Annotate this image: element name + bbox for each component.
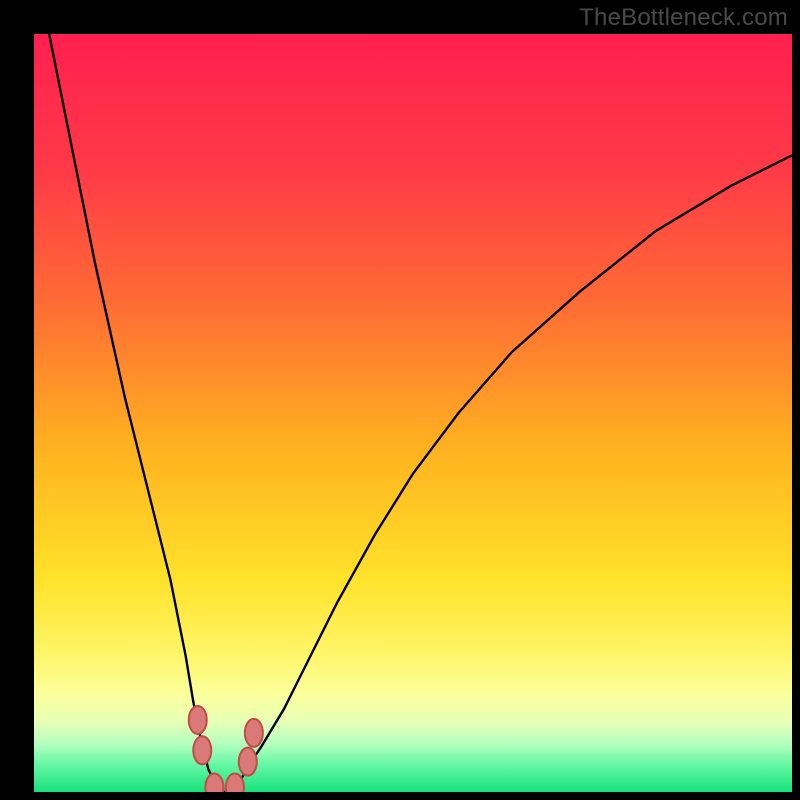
plot-area bbox=[34, 34, 792, 792]
marker-left-upper bbox=[189, 706, 207, 734]
chart-frame: TheBottleneck.com bbox=[0, 0, 800, 800]
marker-right-upper bbox=[245, 719, 263, 747]
curve-layer bbox=[34, 34, 792, 792]
marker-left-lower bbox=[193, 736, 211, 764]
marker-right-lower bbox=[239, 748, 257, 776]
watermark-text: TheBottleneck.com bbox=[579, 4, 788, 32]
marker-bottom-right bbox=[226, 773, 244, 792]
curve-markers bbox=[189, 706, 263, 792]
marker-bottom-left bbox=[205, 773, 223, 792]
bottleneck-curve bbox=[49, 34, 792, 792]
